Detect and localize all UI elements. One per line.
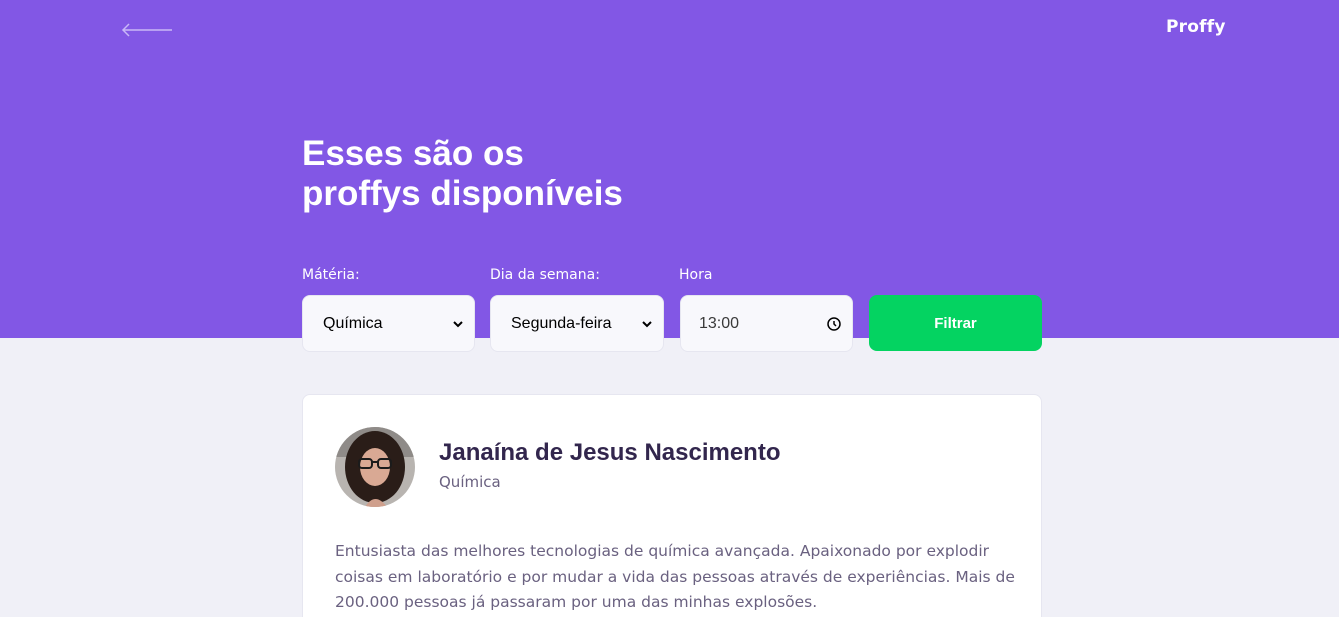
teacher-bio: Entusiasta das melhores tecnologias de q… — [335, 542, 1015, 611]
teacher-name: Janaína de Jesus Nascimento — [439, 439, 781, 466]
time-label: Hora — [679, 267, 713, 283]
weekday-select-value: Segunda-feira — [511, 314, 612, 332]
page-title: Esses são os proffys disponíveis — [302, 134, 722, 214]
chevron-down-icon — [642, 320, 652, 327]
back-button[interactable] — [120, 18, 174, 42]
proffy-logo: Proffy — [1166, 17, 1226, 37]
avatar — [335, 427, 415, 507]
weekday-label: Dia da semana: — [490, 267, 600, 283]
arrow-left-icon — [121, 23, 172, 37]
teacher-subject: Química — [439, 473, 501, 491]
subject-label: Mátéria: — [302, 267, 360, 283]
time-input-value: 13:00 — [699, 314, 740, 332]
subject-select-value: Química — [323, 314, 383, 332]
clock-icon[interactable] — [826, 316, 842, 332]
teacher-card: Janaína de Jesus Nascimento Química Entu… — [302, 394, 1042, 617]
page-title-line-2: proffys disponíveis — [302, 174, 623, 213]
teacher-photo — [335, 427, 415, 507]
time-input[interactable]: 13:00 — [680, 295, 853, 352]
chevron-down-icon — [453, 320, 463, 327]
page-title-line-1: Esses são os — [302, 134, 524, 173]
filter-button[interactable]: Filtrar — [869, 295, 1042, 351]
subject-select[interactable]: Química — [302, 295, 475, 352]
weekday-select[interactable]: Segunda-feira — [490, 295, 664, 352]
